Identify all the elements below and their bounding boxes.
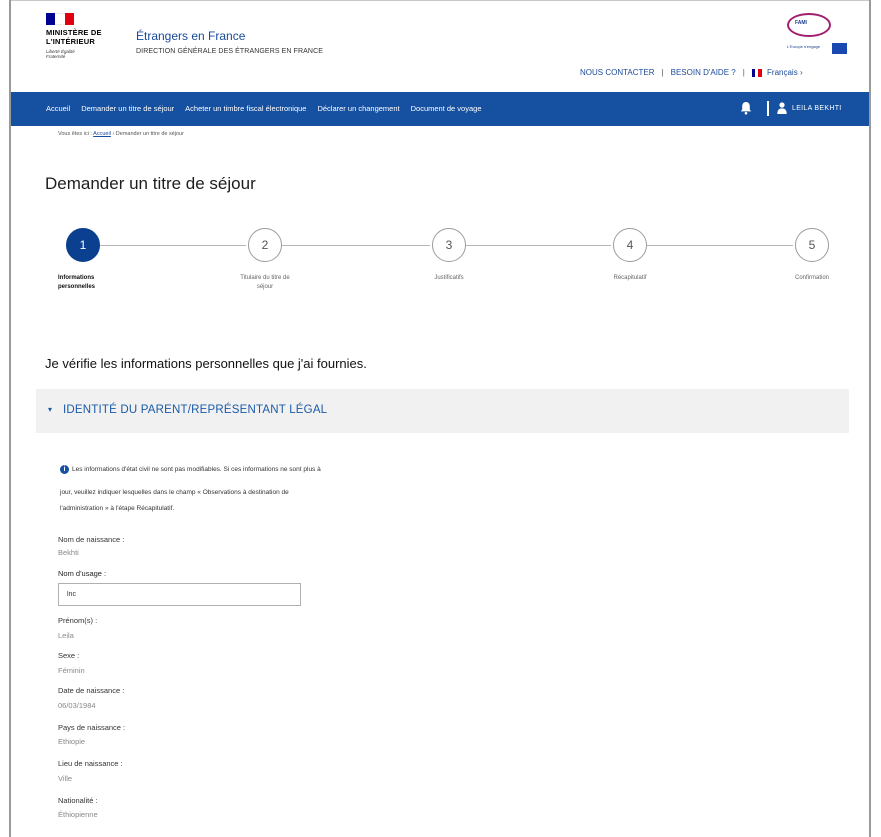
page-title: Demander un titre de séjour xyxy=(45,174,256,193)
sex-label: Sexe : xyxy=(58,651,80,660)
info-text-line3: l'administration » à l'étape Récapitulat… xyxy=(60,505,175,512)
step-3-label-line1: Justificatifs xyxy=(434,275,464,281)
breadcrumb-prefix: Vous êtes ici : xyxy=(58,131,92,137)
nationality-value: Éthiopienne xyxy=(58,810,98,819)
birth-place-label: Lieu de naissance : xyxy=(58,759,123,768)
usage-name-input[interactable] xyxy=(58,583,301,606)
section-title[interactable]: IDENTITÉ DU PARENT/REPRÉSENTANT LÉGAL xyxy=(63,404,327,416)
contact-link[interactable]: NOUS CONTACTER xyxy=(580,68,655,77)
info-text-line1: Les informations d'état civil ne sont pa… xyxy=(72,466,321,473)
birth-place-value: Ville xyxy=(58,774,73,783)
language-selector[interactable]: Français › xyxy=(751,68,803,77)
main-nav: Accueil Demander un titre de séjour Ache… xyxy=(11,92,869,126)
birthdate-value: 06/03/1984 xyxy=(58,701,96,710)
step-1-label: Informations personnelles xyxy=(58,274,128,292)
sex-value: Féminin xyxy=(58,666,85,675)
eu-fund-logo: FAMI L'Europe s'engage xyxy=(787,13,847,58)
french-flag-icon xyxy=(46,13,74,25)
usage-name-label: Nom d'usage : xyxy=(58,569,107,578)
step-2-label: Titulaire du titre de séjour xyxy=(210,274,320,292)
breadcrumb: Vous êtes ici : Accueil › Demander un ti… xyxy=(58,131,184,137)
verify-heading: Je vérifie les informations personnelles… xyxy=(45,356,367,371)
bell-icon[interactable] xyxy=(739,101,753,115)
fami-oval-icon xyxy=(787,13,831,37)
nav-item-declare-change[interactable]: Déclarer un changement xyxy=(317,104,399,113)
help-link[interactable]: BESOIN D'AIDE ? xyxy=(671,68,736,77)
ministry-logo-text: MINISTÈRE DE L'INTÉRIEUR xyxy=(46,28,102,46)
step-5-label: Confirmation xyxy=(757,274,867,283)
site-subtitle: DIRECTION GÉNÉRALE DES ÉTRANGERS EN FRAN… xyxy=(136,48,324,55)
step-3-circle: 3 xyxy=(432,228,466,262)
nav-item-tax-stamp[interactable]: Acheter un timbre fiscal électronique xyxy=(185,104,306,113)
breadcrumb-current: › Demander un titre de séjour xyxy=(112,131,184,137)
birth-name-label: Nom de naissance : xyxy=(58,535,125,544)
firstnames-label: Prénom(s) : xyxy=(58,616,98,625)
site-header: MINISTÈRE DE L'INTÉRIEUR Liberté Égalité… xyxy=(11,1,869,91)
step-5-label-line1: Confirmation xyxy=(794,275,829,281)
nav-item-home[interactable]: Accueil xyxy=(46,104,70,113)
step-2-circle: 2 xyxy=(248,228,282,262)
eu-flag-icon xyxy=(832,43,847,54)
eu-caption: L'Europe s'engage xyxy=(787,44,821,49)
window-frame-right xyxy=(869,0,871,837)
link-separator: | xyxy=(661,68,664,77)
user-name[interactable]: LEILA BEKHTI xyxy=(792,105,842,112)
step-connector xyxy=(100,245,246,246)
step-2-label-line2: séjour xyxy=(256,284,274,290)
birth-name-value: Bekhti xyxy=(58,548,79,557)
step-connector xyxy=(282,245,430,246)
nav-separator xyxy=(767,101,769,116)
step-connector xyxy=(466,245,611,246)
step-connector xyxy=(647,245,793,246)
info-icon: i xyxy=(60,465,69,474)
site-title[interactable]: Étrangers en France xyxy=(136,29,245,43)
step-4-label: Récapitulatif xyxy=(575,274,685,283)
chevron-down-icon: › xyxy=(799,68,803,77)
header-links: NOUS CONTACTER | BESOIN D'AIDE ? | Franç… xyxy=(580,68,803,77)
firstnames-value: Leila xyxy=(58,631,74,640)
step-4-label-line1: Récapitulatif xyxy=(613,275,647,281)
nav-menu: Accueil Demander un titre de séjour Ache… xyxy=(46,104,482,113)
language-label: Français xyxy=(767,68,798,77)
step-1-circle: 1 xyxy=(66,228,100,262)
link-separator: | xyxy=(742,68,745,77)
birth-country-value: Ethiopie xyxy=(58,737,86,746)
step-4-circle: 4 xyxy=(613,228,647,262)
step-2-label-line1: Titulaire du titre de xyxy=(240,275,290,281)
chevron-down-icon[interactable]: ▾ xyxy=(48,405,52,414)
info-text-line2: jour, veuillez indiquer lesquelles dans … xyxy=(60,489,289,496)
step-3-label: Justificatifs xyxy=(394,274,504,283)
step-5-circle: 5 xyxy=(795,228,829,262)
nationality-label: Nationalité : xyxy=(58,796,98,805)
fami-label: FAMI xyxy=(795,20,807,26)
republic-motto: Liberté Égalité Fraternité xyxy=(46,49,75,59)
user-icon[interactable] xyxy=(777,102,787,114)
birthdate-label: Date de naissance : xyxy=(58,686,125,695)
nav-item-residence-permit[interactable]: Demander un titre de séjour xyxy=(81,104,174,113)
step-1-label-line2: personnelles xyxy=(58,284,96,290)
birth-country-label: Pays de naissance : xyxy=(58,723,126,732)
french-flag-icon xyxy=(751,68,762,77)
breadcrumb-home-link[interactable]: Accueil xyxy=(93,131,111,137)
step-1-label-line1: Informations xyxy=(58,275,95,281)
nav-item-travel-document[interactable]: Document de voyage xyxy=(411,104,482,113)
